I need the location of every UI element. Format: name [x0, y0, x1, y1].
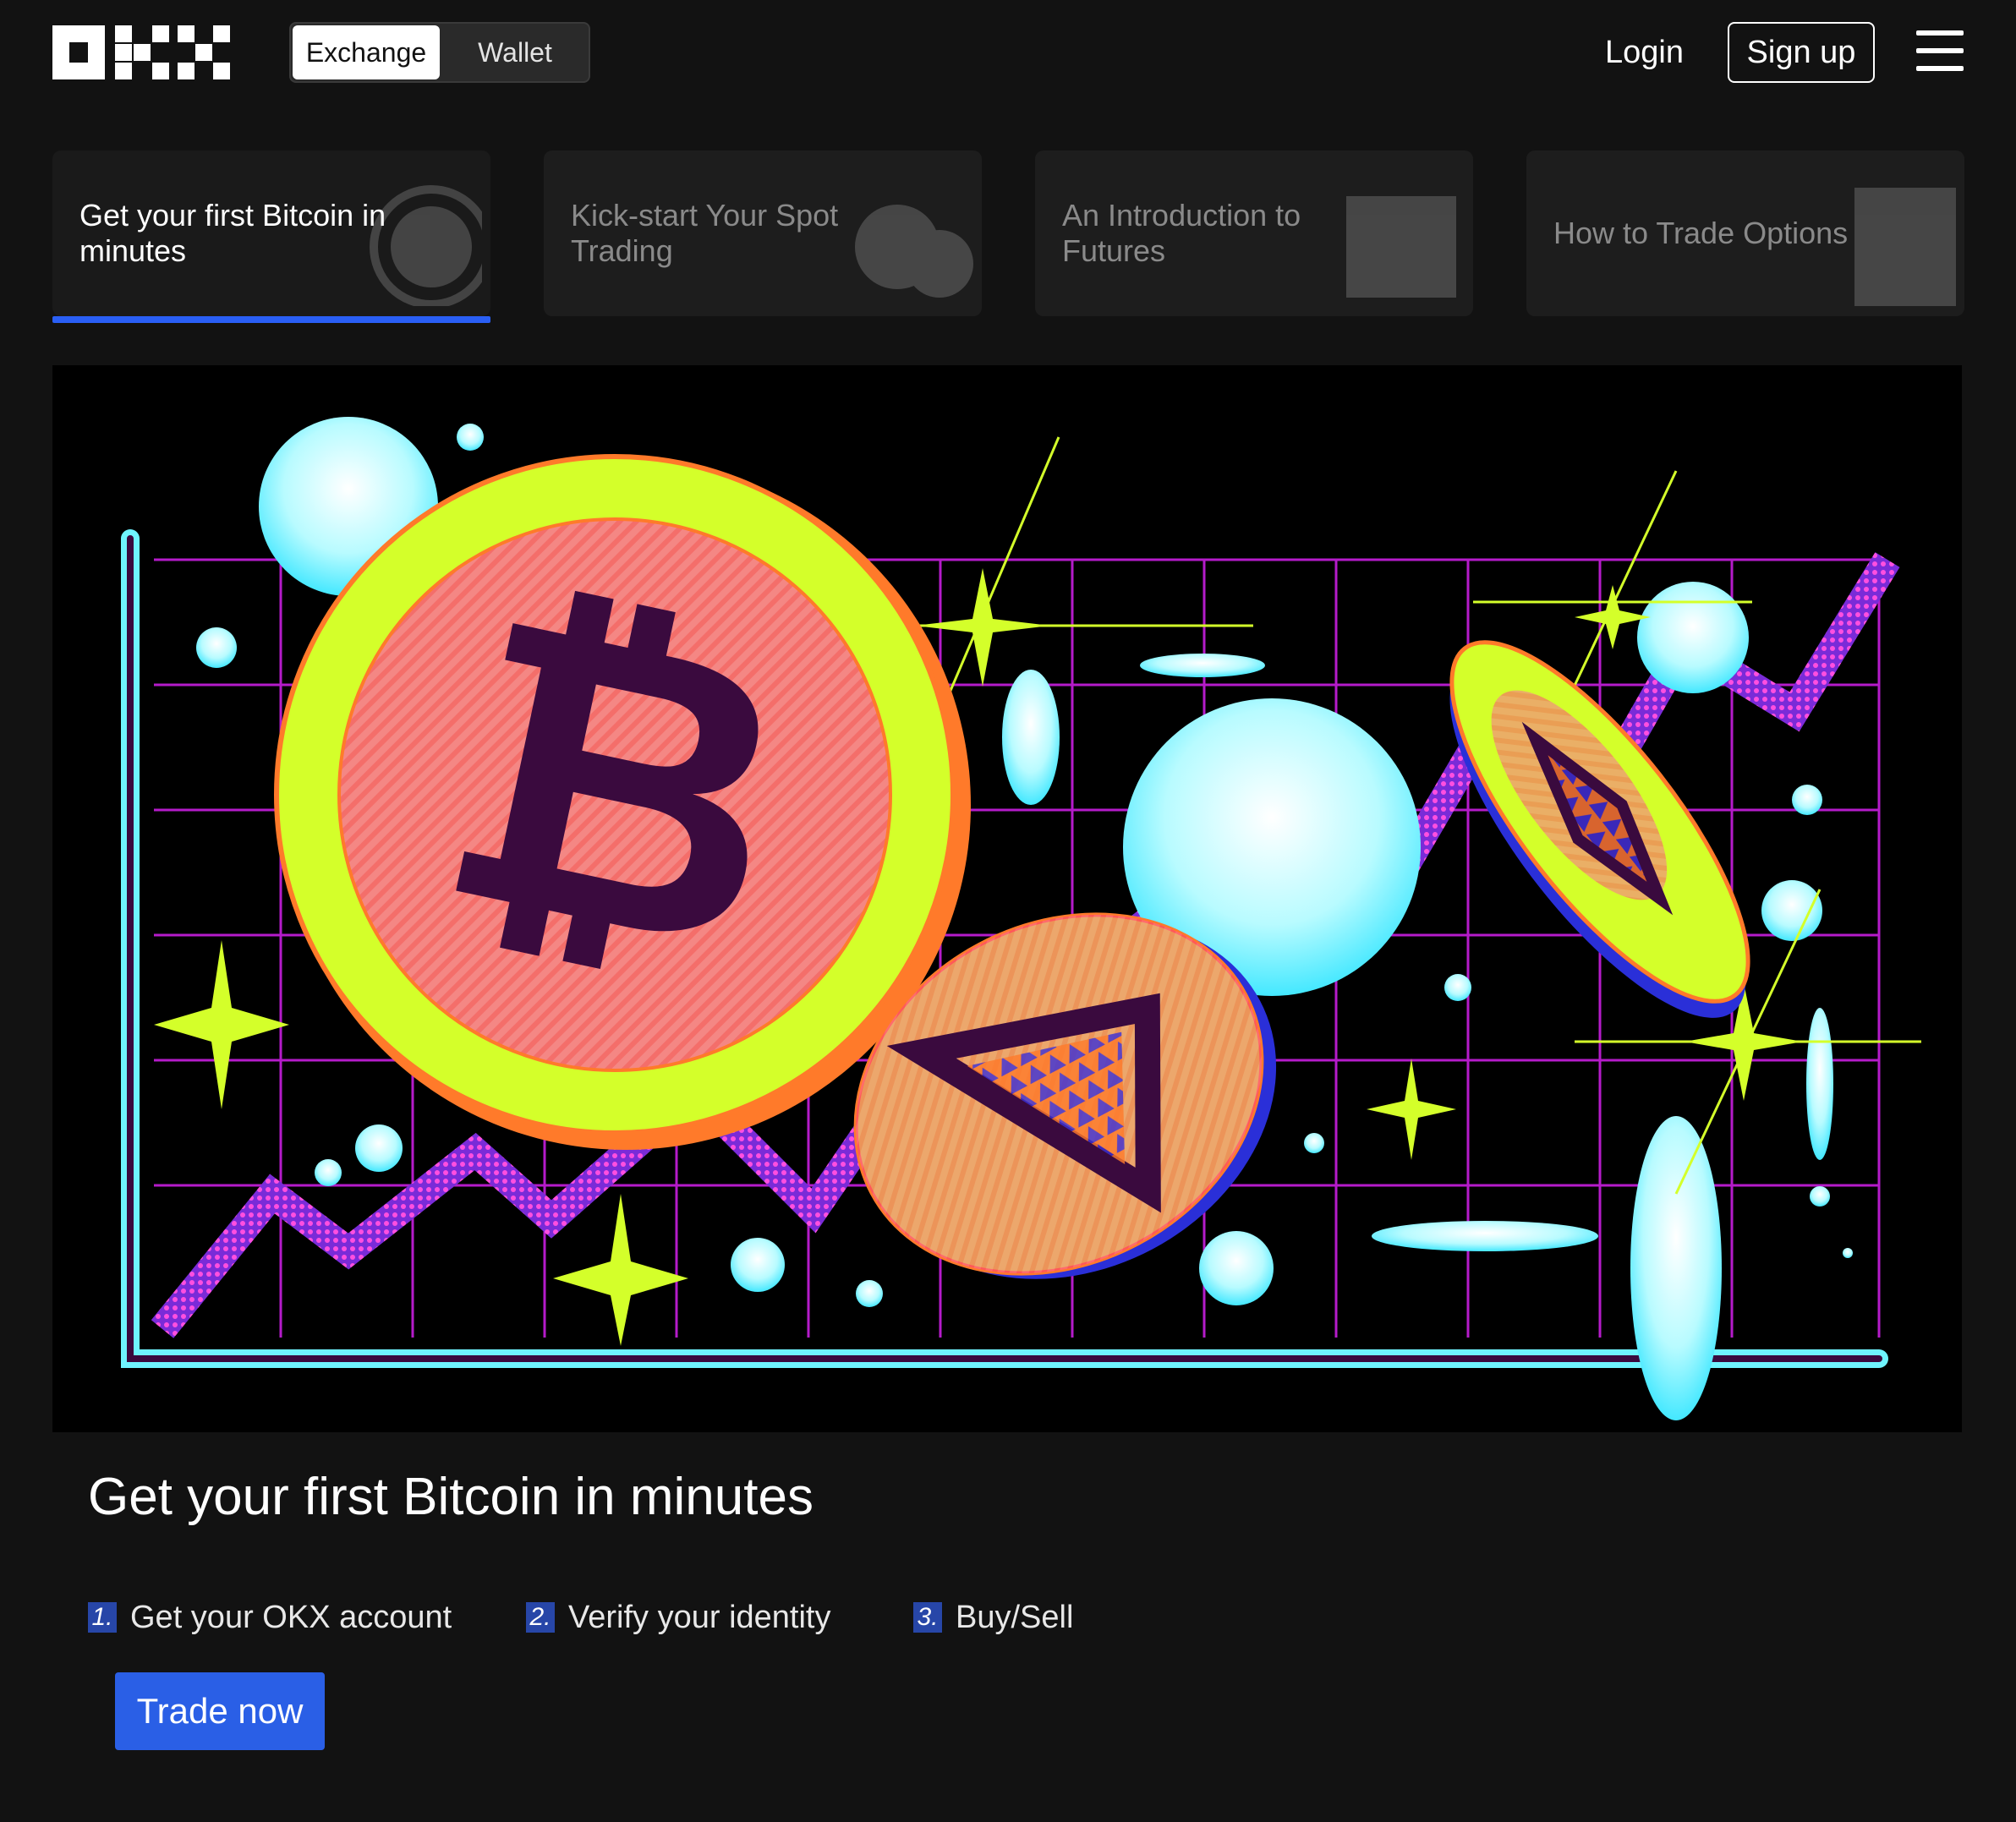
login-link[interactable]: Login — [1605, 25, 1684, 79]
bitcoin-coin: ₿ — [274, 454, 971, 1150]
tab-first-bitcoin[interactable]: Get your first Bitcoin in minutes — [52, 150, 490, 316]
trade-now-button[interactable]: Trade now — [115, 1672, 325, 1750]
tab-spot-trading[interactable]: Kick-start Your Spot Trading — [544, 150, 982, 316]
step-text: Buy/Sell — [956, 1599, 1074, 1635]
tab-label: An Introduction to Futures — [1062, 198, 1301, 268]
tab-label: Get your first Bitcoin in minutes — [79, 198, 386, 268]
tab-label: How to Trade Options — [1553, 216, 1849, 250]
step-number: 1. — [88, 1602, 117, 1633]
exchange-wallet-toggle[interactable]: Exchange Wallet — [289, 22, 590, 83]
step-text: Verify your identity — [568, 1599, 831, 1635]
exchange-toggle-option[interactable]: Exchange — [293, 25, 440, 79]
wallet-toggle-option[interactable]: Wallet — [441, 24, 589, 81]
step-3: 3. Buy/Sell — [913, 1596, 1073, 1639]
step-2: 2. Verify your identity — [526, 1596, 830, 1639]
tab-options-trading[interactable]: How to Trade Options — [1526, 150, 1964, 316]
hero-illustration: ₿ — [52, 365, 1962, 1432]
signup-button[interactable]: Sign up — [1728, 22, 1875, 83]
tab-futures-intro[interactable]: An Introduction to Futures — [1035, 150, 1473, 316]
hamburger-menu-icon[interactable] — [1916, 30, 1964, 73]
step-text: Get your OKX account — [130, 1599, 452, 1635]
step-number: 2. — [526, 1602, 555, 1633]
crypto-coins-chart-illustration: ₿ — [121, 417, 1921, 1420]
tab-label: Kick-start Your Spot Trading — [571, 198, 839, 268]
page-title: Get your first Bitcoin in minutes — [88, 1468, 814, 1526]
okx-logo[interactable] — [52, 25, 230, 79]
step-number: 3. — [913, 1602, 942, 1633]
step-1: 1. Get your OKX account — [88, 1596, 452, 1639]
active-tab-indicator — [52, 316, 490, 323]
